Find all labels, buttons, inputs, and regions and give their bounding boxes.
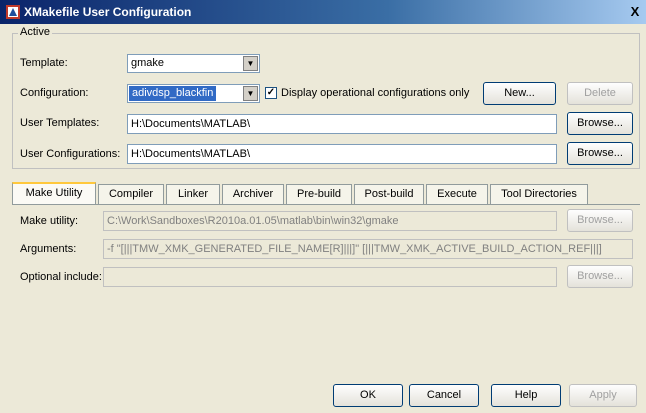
- user-configurations-label: User Configurations:: [20, 148, 121, 160]
- template-value: gmake: [131, 57, 165, 69]
- title-bar: XMakefile User Configuration X: [0, 0, 646, 24]
- optional-include-label: Optional include:: [20, 271, 102, 283]
- active-group-label: Active: [18, 26, 52, 38]
- ok-button[interactable]: OK: [333, 384, 403, 407]
- tab-post-build[interactable]: Post-build: [354, 184, 424, 204]
- tab-make-utility[interactable]: Make Utility: [12, 182, 96, 204]
- tab-strip: Make Utility Compiler Linker Archiver Pr…: [12, 182, 622, 205]
- app-icon: [6, 5, 20, 19]
- chevron-down-icon[interactable]: ▼: [243, 56, 258, 71]
- make-utility-value: C:\Work\Sandboxes\R2010a.01.05\matlab\bi…: [107, 215, 399, 227]
- chevron-down-icon[interactable]: ▼: [243, 86, 258, 101]
- configuration-dropdown[interactable]: adivdsp_blackfin ▼: [127, 84, 260, 103]
- configuration-value: adivdsp_blackfin: [129, 86, 217, 101]
- user-configurations-field[interactable]: H:\Documents\MATLAB\: [127, 144, 557, 164]
- configuration-label: Configuration:: [20, 87, 89, 99]
- operational-only-checkbox[interactable]: ✓: [265, 87, 277, 99]
- template-dropdown[interactable]: gmake ▼: [127, 54, 260, 73]
- make-utility-label: Make utility:: [20, 215, 79, 227]
- arguments-field[interactable]: -f "[|||TMW_XMK_GENERATED_FILE_NAME[R]||…: [103, 239, 633, 259]
- tab-tool-directories[interactable]: Tool Directories: [490, 184, 588, 204]
- user-configurations-browse-button[interactable]: Browse...: [567, 142, 633, 165]
- delete-button[interactable]: Delete: [567, 82, 633, 105]
- user-configurations-value: H:\Documents\MATLAB\: [131, 148, 250, 160]
- user-templates-browse-button[interactable]: Browse...: [567, 112, 633, 135]
- tab-compiler[interactable]: Compiler: [98, 184, 164, 204]
- cancel-button[interactable]: Cancel: [409, 384, 479, 407]
- optional-include-browse-button[interactable]: Browse...: [567, 265, 633, 288]
- optional-include-field[interactable]: [103, 267, 557, 287]
- template-label: Template:: [20, 57, 68, 69]
- apply-button[interactable]: Apply: [569, 384, 637, 407]
- tab-archiver[interactable]: Archiver: [222, 184, 284, 204]
- user-templates-field[interactable]: H:\Documents\MATLAB\: [127, 114, 557, 134]
- user-templates-label: User Templates:: [20, 117, 100, 129]
- new-button[interactable]: New...: [483, 82, 556, 105]
- tab-linker[interactable]: Linker: [166, 184, 220, 204]
- arguments-value: -f "[|||TMW_XMK_GENERATED_FILE_NAME[R]||…: [107, 243, 602, 255]
- help-button[interactable]: Help: [491, 384, 561, 407]
- window-title: XMakefile User Configuration: [24, 5, 192, 19]
- operational-only-label: Display operational configurations only: [281, 87, 470, 99]
- make-utility-browse-button[interactable]: Browse...: [567, 209, 633, 232]
- make-utility-field[interactable]: C:\Work\Sandboxes\R2010a.01.05\matlab\bi…: [103, 211, 557, 231]
- arguments-label: Arguments:: [20, 243, 77, 255]
- tab-execute[interactable]: Execute: [426, 184, 488, 204]
- user-templates-value: H:\Documents\MATLAB\: [131, 118, 250, 130]
- close-button[interactable]: X: [626, 3, 644, 21]
- tab-pre-build[interactable]: Pre-build: [286, 184, 352, 204]
